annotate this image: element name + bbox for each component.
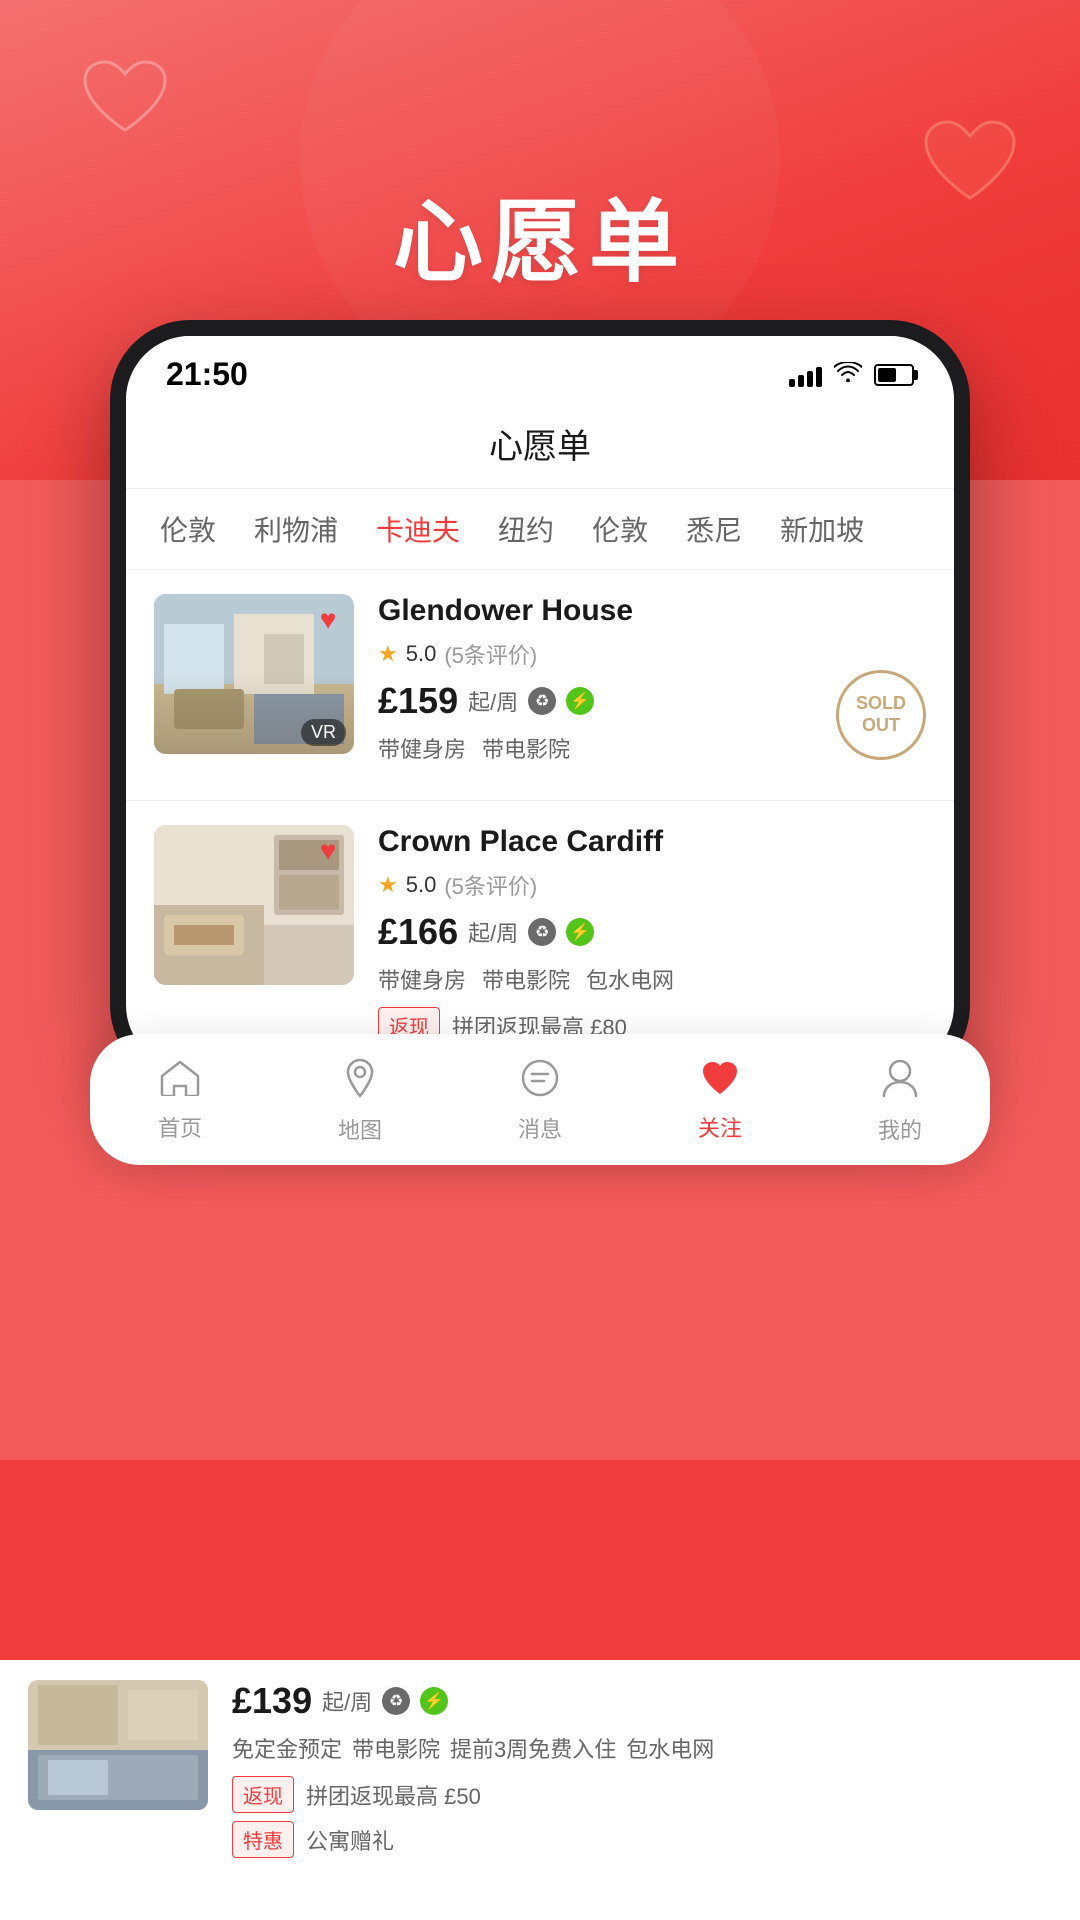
property-name-1[interactable]: Glendower House — [378, 594, 926, 628]
partial-eco-tag: ♻ — [382, 1687, 410, 1715]
heart-icon-1: ♥ — [320, 604, 337, 636]
price-unit-1: 起/周 — [468, 685, 518, 717]
eco-tag-1: ♻ — [528, 687, 556, 715]
partial-tag-3: 提前3周免费入住 — [450, 1732, 616, 1764]
partial-special-row: 特惠 公寓赠礼 — [232, 1821, 1052, 1858]
nav-map-label: 地图 — [338, 1113, 382, 1145]
nav-profile-label: 我的 — [878, 1113, 922, 1145]
star-icon-1: ★ — [378, 641, 398, 667]
partial-card-inner: £139 起/周 ♻ ⚡ 免定金预定 带电影院 提前3周免费入住 包水电网 返现… — [28, 1680, 1052, 1858]
status-time: 21:50 — [166, 356, 248, 393]
status-bar: 21:50 — [126, 336, 954, 403]
partial-cashback-row: 返现 拼团返现最高 £50 — [232, 1776, 1052, 1813]
phone-mockup: 21:50 心愿单 — [110, 320, 970, 1085]
flash-tag-2: ⚡ — [566, 918, 594, 946]
home-icon — [160, 1060, 200, 1103]
wifi-icon — [834, 361, 862, 389]
flash-tag-1: ⚡ — [566, 687, 594, 715]
partial-property-info: £139 起/周 ♻ ⚡ 免定金预定 带电影院 提前3周免费入住 包水电网 返现… — [232, 1680, 1052, 1858]
rating-row-2: ★ 5.0 (5条评价) — [378, 869, 926, 901]
phone-screen: 21:50 心愿单 — [126, 336, 954, 1069]
property-image-1: ♥ VR — [154, 594, 354, 754]
property-list: ♥ VR Glendower House ★ 5.0 (5条评价) £159 起… — [126, 570, 954, 1069]
amenity-cinema-2: 带电影院 — [482, 963, 570, 995]
tab-london1[interactable]: 伦敦 — [156, 509, 220, 549]
signal-icon — [789, 363, 822, 387]
partial-price-unit: 起/周 — [322, 1685, 372, 1717]
partial-price-row: £139 起/周 ♻ ⚡ — [232, 1680, 1052, 1722]
partial-amenities: 免定金预定 带电影院 提前3周免费入住 包水电网 — [232, 1732, 1052, 1764]
heart-nav-icon — [700, 1060, 740, 1103]
bottom-nav: 首页 地图 消息 — [90, 1034, 990, 1165]
user-icon — [882, 1058, 918, 1105]
tab-singapore[interactable]: 新加坡 — [776, 509, 868, 549]
favorite-btn-2[interactable]: ♥ — [310, 833, 346, 869]
partial-tag-4: 包水电网 — [626, 1732, 714, 1764]
vr-badge-1: VR — [301, 719, 346, 746]
star-icon-2: ★ — [378, 872, 398, 898]
price-1: £159 — [378, 680, 458, 722]
favorite-btn-1[interactable]: ♥ — [310, 602, 346, 638]
hero-title: 心愿单 — [393, 169, 687, 299]
property-info-1: Glendower House ★ 5.0 (5条评价) £159 起/周 ♻ … — [378, 594, 926, 776]
partial-tag-1: 免定金预定 — [232, 1732, 342, 1764]
battery-icon — [874, 364, 914, 386]
tab-newyork[interactable]: 纽约 — [494, 509, 558, 549]
map-icon — [342, 1058, 378, 1105]
tab-cardiff[interactable]: 卡迪夫 — [372, 509, 464, 549]
amenity-utilities-2: 包水电网 — [586, 963, 674, 995]
amenity-gym-1: 带健身房 — [378, 732, 466, 764]
property-image-2: ♥ — [154, 825, 354, 985]
partial-tag-2: 带电影院 — [352, 1732, 440, 1764]
nav-profile[interactable]: 我的 — [878, 1058, 922, 1145]
city-tab-bar: 伦敦 利物浦 卡迪夫 纽约 伦敦 悉尼 新加坡 — [126, 489, 954, 570]
amenities-2: 带健身房 带电影院 包水电网 — [378, 963, 926, 995]
price-unit-2: 起/周 — [468, 916, 518, 948]
tab-london2[interactable]: 伦敦 — [588, 509, 652, 549]
rating-count-1: (5条评价) — [444, 638, 537, 670]
message-icon — [520, 1059, 560, 1104]
page-title: 心愿单 — [126, 403, 954, 489]
price-row-2: £166 起/周 ♻ ⚡ — [378, 911, 926, 953]
nav-map[interactable]: 地图 — [338, 1058, 382, 1145]
eco-tag-2: ♻ — [528, 918, 556, 946]
partial-property-card[interactable]: £139 起/周 ♻ ⚡ 免定金预定 带电影院 提前3周免费入住 包水电网 返现… — [0, 1660, 1080, 1920]
rating-row-1: ★ 5.0 (5条评价) — [378, 638, 926, 670]
nav-favorite[interactable]: 关注 — [698, 1060, 742, 1143]
amenity-cinema-1: 带电影院 — [482, 732, 570, 764]
bottom-section: £139 起/周 ♻ ⚡ 免定金预定 带电影院 提前3周免费入住 包水电网 返现… — [0, 1460, 1080, 1920]
price-2: £166 — [378, 911, 458, 953]
property-item-2[interactable]: ♥ Crown Place Cardiff ★ 5.0 (5条评价) £166 … — [126, 801, 954, 1069]
partial-property-image — [28, 1680, 208, 1810]
amenity-gym-2: 带健身房 — [378, 963, 466, 995]
nav-favorite-label: 关注 — [698, 1111, 742, 1143]
property-item-1[interactable]: ♥ VR Glendower House ★ 5.0 (5条评价) £159 起… — [126, 570, 954, 801]
sold-out-badge: SOLDOUT — [836, 670, 926, 760]
nav-message[interactable]: 消息 — [518, 1059, 562, 1144]
property-name-2[interactable]: Crown Place Cardiff — [378, 825, 926, 859]
deco-heart-left — [80, 60, 170, 140]
partial-special-text: 公寓赠礼 — [306, 1824, 394, 1856]
property-info-2: Crown Place Cardiff ★ 5.0 (5条评价) £166 起/… — [378, 825, 926, 1044]
tab-liverpool[interactable]: 利物浦 — [250, 509, 342, 549]
rating-count-2: (5条评价) — [444, 869, 537, 901]
partial-price: £139 — [232, 1680, 312, 1722]
deco-heart-right — [920, 120, 1020, 210]
partial-cashback-tag: 返现 — [232, 1776, 294, 1813]
tab-sydney[interactable]: 悉尼 — [682, 509, 746, 549]
heart-icon-2: ♥ — [320, 835, 337, 867]
nav-message-label: 消息 — [518, 1112, 562, 1144]
rating-score-1: 5.0 — [406, 641, 437, 667]
partial-special-tag: 特惠 — [232, 1821, 294, 1858]
nav-home[interactable]: 首页 — [158, 1060, 202, 1143]
rating-score-2: 5.0 — [406, 872, 437, 898]
partial-cashback-text: 拼团返现最高 £50 — [306, 1779, 481, 1811]
partial-flash-tag: ⚡ — [420, 1687, 448, 1715]
nav-home-label: 首页 — [158, 1111, 202, 1143]
status-icons — [789, 361, 914, 389]
